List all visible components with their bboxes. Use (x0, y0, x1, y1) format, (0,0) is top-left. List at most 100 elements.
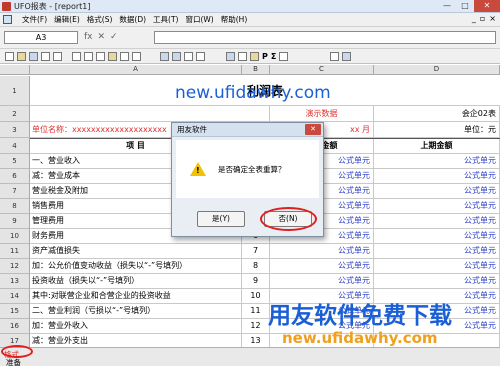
item-cell[interactable]: 投资收益（损失以“-”号填列） (30, 274, 242, 289)
doc-close-button[interactable]: × (489, 14, 496, 23)
select-all-corner[interactable] (0, 65, 30, 75)
minimize-button[interactable]: — (438, 0, 456, 12)
last-period-cell[interactable]: 公式单元 (374, 229, 500, 244)
row-header[interactable]: 11 (0, 244, 30, 259)
paste-icon[interactable] (96, 52, 105, 61)
this-period-cell[interactable]: 公式单元 (270, 274, 374, 289)
page-setup-button[interactable]: P (262, 52, 268, 61)
row-header[interactable]: 13 (0, 274, 30, 289)
format-painter-icon[interactable] (108, 52, 117, 61)
row-header[interactable]: 12 (0, 259, 30, 274)
formula-input[interactable] (154, 31, 496, 44)
yes-button[interactable]: 是(Y) (197, 211, 245, 227)
item-cell[interactable]: 资产减值损失 (30, 244, 242, 259)
menu-help[interactable]: 帮助(H) (221, 14, 248, 25)
item-cell[interactable]: 其中:对联营企业和合营企业的投资收益 (30, 289, 242, 304)
column-header-b[interactable]: B (242, 65, 270, 75)
row-header[interactable]: 10 (0, 229, 30, 244)
new-file-icon[interactable] (5, 52, 14, 61)
sum-button[interactable]: Σ (271, 52, 276, 61)
cancel-icon[interactable]: ✕ (98, 32, 106, 42)
last-period-cell[interactable]: 公式单元 (374, 259, 500, 274)
row-header[interactable]: 7 (0, 184, 30, 199)
row-header[interactable]: 8 (0, 199, 30, 214)
menu-format[interactable]: 格式(S) (87, 14, 113, 25)
row-header[interactable]: 5 (0, 154, 30, 169)
confirm-icon[interactable]: ✓ (110, 32, 118, 42)
last-period-cell[interactable]: 公式单元 (374, 244, 500, 259)
sort-icon[interactable] (196, 52, 205, 61)
last-period-cell[interactable]: 公式单元 (374, 274, 500, 289)
item-cell[interactable]: 二、营业利润（亏损以“-”号填列） (30, 304, 242, 319)
row-header[interactable]: 4 (0, 138, 30, 154)
open-folder-icon[interactable] (17, 52, 26, 61)
line-number-cell[interactable]: 8 (242, 259, 270, 274)
window-controls: — □ ✕ (438, 0, 500, 13)
save-icon[interactable] (29, 52, 38, 61)
zoom-icon[interactable] (330, 52, 339, 61)
row-header[interactable]: 14 (0, 289, 30, 304)
menu-window[interactable]: 窗口(W) (185, 14, 213, 25)
currency-unit[interactable]: 单位：元 (374, 122, 500, 138)
row-header[interactable]: 1 (0, 76, 30, 106)
column-header-c[interactable]: C (270, 65, 374, 75)
menu-edit[interactable]: 编辑(E) (54, 14, 80, 25)
chart-icon[interactable] (238, 52, 247, 61)
last-period-cell[interactable]: 公式单元 (374, 199, 500, 214)
row-header[interactable]: 6 (0, 169, 30, 184)
status-bar: 格式 准备 (0, 345, 500, 366)
image-icon[interactable] (250, 52, 259, 61)
this-period-cell[interactable]: 公式单元 (270, 259, 374, 274)
row-header[interactable]: 15 (0, 304, 30, 319)
item-cell[interactable]: 加：公允价值变动收益（损失以“-”号填列） (30, 259, 242, 274)
doc-minimize-button[interactable]: _ (472, 14, 476, 23)
insert-column-icon[interactable] (172, 52, 181, 61)
line-number-cell[interactable]: 11 (242, 304, 270, 319)
cell-reference-box[interactable]: A3 (4, 31, 78, 44)
document-icon[interactable] (3, 15, 12, 24)
copy-icon[interactable] (84, 52, 93, 61)
function-icon[interactable]: fx (84, 32, 93, 42)
menu-tools[interactable]: 工具(T) (153, 14, 178, 25)
group-icon[interactable] (184, 52, 193, 61)
demo-data-label[interactable]: 演示数据 (270, 106, 374, 122)
menu-file[interactable]: 文件(F) (22, 14, 47, 25)
row-header[interactable]: 9 (0, 214, 30, 229)
line-number-cell[interactable]: 7 (242, 244, 270, 259)
table-icon[interactable] (226, 52, 235, 61)
app-icon (2, 2, 11, 11)
last-period-cell[interactable]: 公式单元 (374, 214, 500, 229)
print-preview-icon[interactable] (53, 52, 62, 61)
close-button[interactable]: ✕ (474, 0, 500, 12)
undo-icon[interactable] (120, 52, 129, 61)
row-header[interactable]: 16 (0, 319, 30, 334)
print-icon[interactable] (41, 52, 50, 61)
cut-icon[interactable] (72, 52, 81, 61)
form-number[interactable]: 会企02表 (374, 106, 500, 122)
last-period-cell[interactable]: 公式单元 (374, 184, 500, 199)
this-period-cell[interactable]: 公式单元 (270, 244, 374, 259)
insert-row-icon[interactable] (160, 52, 169, 61)
maximize-button[interactable]: □ (456, 0, 474, 12)
line-number-cell[interactable]: 10 (242, 289, 270, 304)
menu-data[interactable]: 数据(D) (119, 14, 146, 25)
toolbar: P Σ (0, 48, 500, 64)
formula-bar: A3 fx ✕ ✓ (0, 26, 500, 48)
line-number-cell[interactable]: 12 (242, 319, 270, 334)
redo-icon[interactable] (132, 52, 141, 61)
dialog-body: ! 是否确定全表重算？ (176, 140, 319, 198)
calculator-icon[interactable] (342, 52, 351, 61)
help-icon[interactable] (279, 52, 289, 61)
cell-a2[interactable] (30, 106, 270, 122)
row-header[interactable]: 3 (0, 122, 30, 138)
last-period-cell[interactable]: 公式单元 (374, 169, 500, 184)
dialog-close-button[interactable]: ✕ (305, 124, 321, 135)
header-last-period[interactable]: 上期金额 (374, 139, 500, 154)
item-cell[interactable]: 加：营业外收入 (30, 319, 242, 334)
line-number-cell[interactable]: 9 (242, 274, 270, 289)
column-header-d[interactable]: D (374, 65, 500, 75)
column-header-a[interactable]: A (30, 65, 242, 75)
row-header[interactable]: 2 (0, 106, 30, 122)
doc-restore-button[interactable]: ▫ (480, 14, 485, 23)
last-period-cell[interactable]: 公式单元 (374, 154, 500, 169)
